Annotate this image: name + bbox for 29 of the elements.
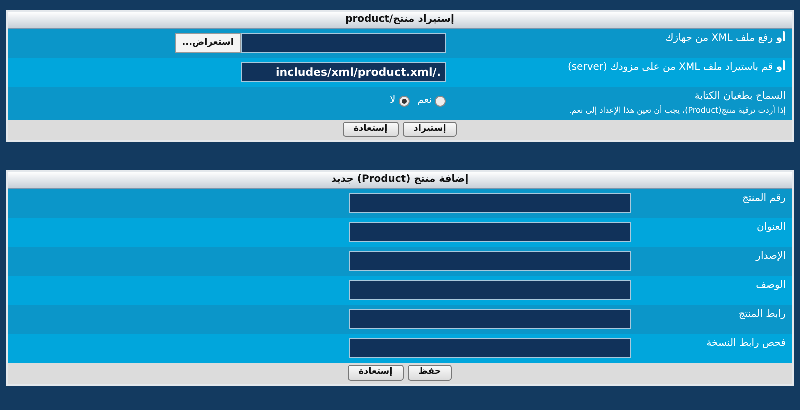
form-button[interactable]: إستعادة bbox=[348, 365, 404, 381]
input-field[interactable] bbox=[349, 309, 631, 330]
field-label: فحص رابط النسخة bbox=[706, 338, 786, 350]
field-description: إذا أردت ترقية منتج(Product)، يجب أن تعين هذا الإعداد إلى نعم. bbox=[568, 106, 786, 116]
field-label: رقم المنتج bbox=[741, 193, 786, 206]
field-label: رابط المنتج bbox=[738, 309, 786, 322]
input-field[interactable] bbox=[349, 251, 631, 272]
panel-title: إستيراد منتج/product bbox=[8, 12, 792, 29]
field-label: العنوان bbox=[756, 222, 786, 234]
input-field[interactable] bbox=[241, 33, 446, 53]
form-button[interactable]: إستيراد bbox=[402, 122, 458, 138]
radio-label: نعم bbox=[418, 95, 432, 107]
field-label: الإصدار bbox=[754, 251, 786, 264]
input-field[interactable] bbox=[349, 280, 631, 300]
field-label: أو رفع ملف XML من جهازك bbox=[664, 33, 786, 45]
radio-button[interactable] bbox=[435, 96, 446, 106]
browse-button[interactable]: استعراض... bbox=[175, 33, 241, 53]
form-button[interactable]: إستعادة bbox=[342, 122, 399, 138]
field-label: أو قم باستيراد ملف XML من على مزودك (server) bbox=[566, 62, 786, 74]
input-field[interactable] bbox=[349, 222, 631, 242]
input-field[interactable] bbox=[349, 193, 631, 214]
field-label: السماح بطغيان الكتابة bbox=[694, 91, 786, 103]
form-button[interactable]: حفظ bbox=[408, 365, 452, 381]
field-label: الوصف bbox=[755, 280, 786, 292]
radio-button[interactable] bbox=[398, 96, 410, 106]
panel-title: إضافة منتج (Product) جديد bbox=[8, 172, 792, 190]
input-field[interactable]: ./includes/xml/product.xml bbox=[241, 62, 446, 82]
input-field[interactable] bbox=[349, 338, 631, 358]
radio-label: لا bbox=[390, 95, 396, 107]
